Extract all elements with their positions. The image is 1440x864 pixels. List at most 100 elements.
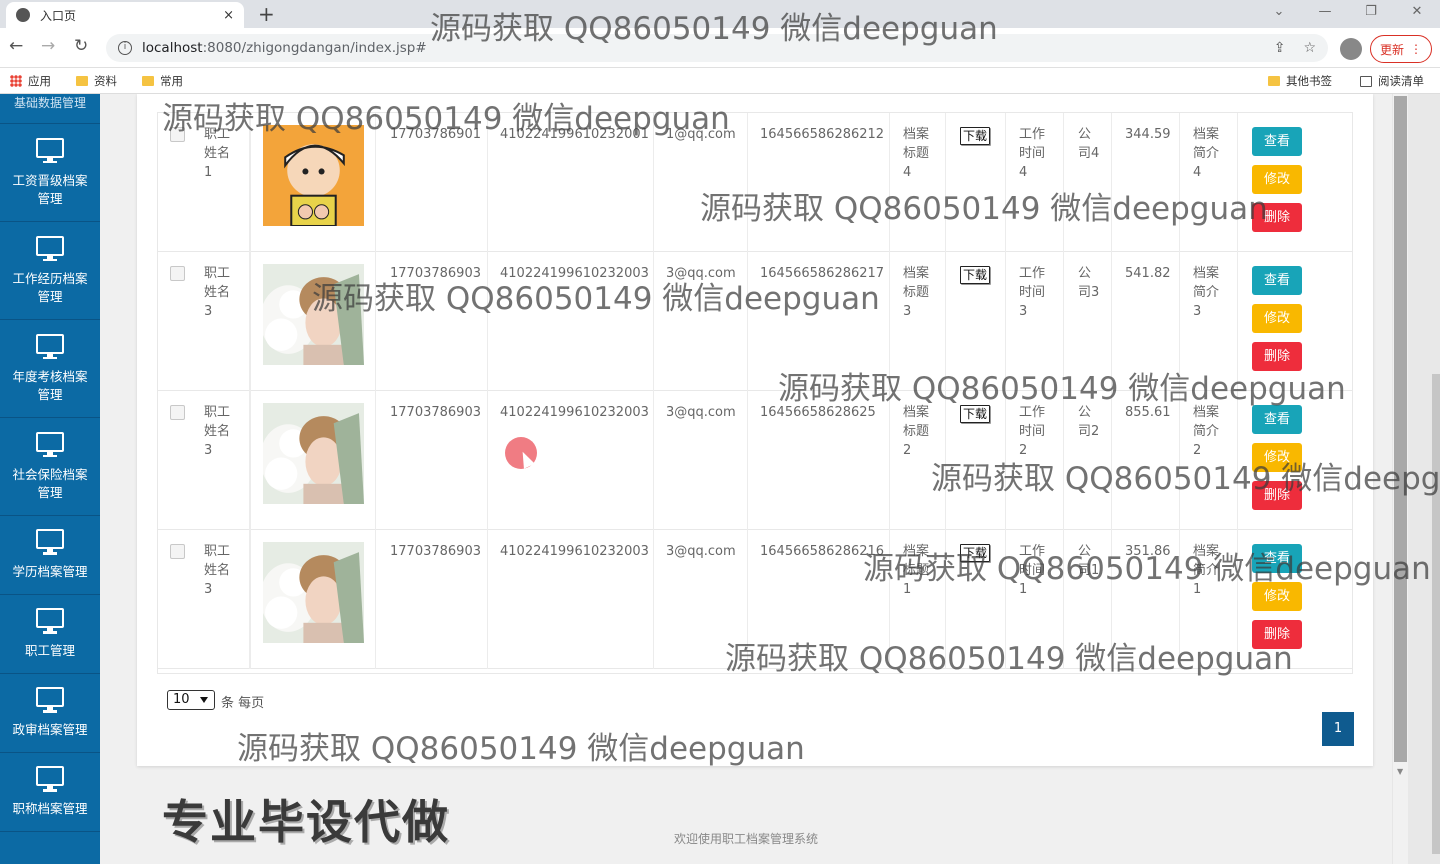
archive-title: 档案 标题 2 xyxy=(903,405,930,458)
sidebar-item-basic-data[interactable]: 基础数据管理 xyxy=(0,94,100,124)
menu-dots-icon[interactable]: ⋮ xyxy=(1410,42,1422,56)
email-cell: 3@qq.com xyxy=(654,252,748,391)
number-cell: 16456658628625 xyxy=(748,391,890,530)
reload-icon[interactable]: ↻ xyxy=(74,36,88,56)
intro-cell: 档案 简介 4 xyxy=(1180,113,1238,252)
archive-intro: 档案 简介 4 xyxy=(1193,127,1220,180)
bookmarks-bar: 应用 资料 常用 其他书签 阅读清单 xyxy=(0,68,1440,94)
download-button[interactable]: 下载 xyxy=(960,544,991,562)
sidebar-item[interactable]: 学历档案管理 xyxy=(0,516,100,595)
sidebar: 基础数据管理 工资晋级档案管理 工作经历档案管理 年度考核档案管理社会保险档案管理学… xyxy=(0,94,100,864)
page-size-select[interactable]: 10 xyxy=(167,690,215,710)
monitor-icon xyxy=(36,608,64,634)
delete-button[interactable]: 删除 xyxy=(1252,481,1302,510)
info-icon[interactable]: i xyxy=(118,41,132,55)
email: 3@qq.com xyxy=(666,405,736,420)
email-cell: 3@qq.com xyxy=(654,530,748,669)
archive-intro: 档案 简介 2 xyxy=(1193,405,1220,458)
id-card: 410224199610232003 xyxy=(500,405,649,420)
update-button[interactable]: 更新 ⋮ xyxy=(1370,35,1432,63)
row-checkbox[interactable] xyxy=(170,266,185,281)
archive-number: 16456658628625 xyxy=(760,405,876,420)
page-scrollbar[interactable]: ▼ xyxy=(1392,94,1408,864)
id-card: 410224199610232003 xyxy=(500,544,649,559)
employee-photo xyxy=(263,542,364,643)
monitor-icon xyxy=(36,333,64,360)
edit-button[interactable]: 修改 xyxy=(1252,165,1302,194)
browser-tab[interactable]: 入口页 × xyxy=(6,2,244,28)
sidebar-item[interactable]: 职称档案管理 xyxy=(0,753,100,832)
bookmark-other[interactable]: 其他书签 xyxy=(1268,73,1332,89)
bookmark-folder-ziliao[interactable]: 资料 xyxy=(76,73,117,89)
url-host: localhost xyxy=(142,40,203,56)
sidebar-item[interactable]: 社会保险档案管理 xyxy=(0,418,100,516)
idcard-cell: 410224199610232001 xyxy=(488,113,654,252)
archive-title: 档案 标题 4 xyxy=(903,127,930,180)
phone-cell: 17703786903 xyxy=(376,391,488,530)
view-button[interactable]: 查看 xyxy=(1252,127,1302,156)
folder-icon xyxy=(142,76,154,86)
company-cell: 公司1 xyxy=(1064,530,1112,669)
back-icon[interactable]: ← xyxy=(9,36,23,56)
table-row: 职工 姓名 3 17703786903 410224199610232003 3@qq.c… xyxy=(158,530,1352,669)
phone: 17703786903 xyxy=(390,544,481,559)
delete-button[interactable]: 删除 xyxy=(1252,203,1302,232)
tab-close-icon[interactable]: × xyxy=(223,8,234,23)
sidebar-item[interactable]: 工资晋级档案管理 xyxy=(0,124,100,222)
window-controls: ⌄ — ❐ ✕ xyxy=(1256,0,1440,28)
edit-button[interactable]: 修改 xyxy=(1252,443,1302,472)
download-button[interactable]: 下载 xyxy=(960,405,991,423)
download-button[interactable]: 下载 xyxy=(960,127,991,145)
globe-icon xyxy=(16,8,30,22)
view-button[interactable]: 查看 xyxy=(1252,266,1302,295)
delete-button[interactable]: 删除 xyxy=(1252,342,1302,371)
profile-avatar[interactable] xyxy=(1340,38,1362,60)
scroll-down-icon[interactable]: ▼ xyxy=(1397,767,1403,776)
bookmark-apps[interactable]: 应用 xyxy=(10,73,51,89)
new-tab-button[interactable]: + xyxy=(258,2,275,26)
title-cell: 档案 标题 1 xyxy=(890,530,946,669)
restore-button[interactable]: ❐ xyxy=(1348,0,1394,28)
row-checkbox[interactable] xyxy=(170,544,185,559)
sidebar-item[interactable]: 职工管理 xyxy=(0,595,100,674)
sidebar-item[interactable]: 年度考核档案管理 xyxy=(0,320,100,418)
share-icon[interactable]: ⇪ xyxy=(1274,40,1286,56)
download-button[interactable]: 下载 xyxy=(960,266,991,284)
company: 公司2 xyxy=(1078,405,1100,439)
apps-grid-icon xyxy=(10,75,22,87)
url-input[interactable]: i localhost:8080/zhigongdangan/index.jsp… xyxy=(106,34,1328,62)
scrollbar-thumb[interactable] xyxy=(1394,96,1407,762)
table-row: 职工 姓名 3 17703786903 410224199610232003 3@qq.c… xyxy=(158,252,1352,391)
sidebar-item[interactable]: 工作经历档案管理 xyxy=(0,222,100,320)
view-button[interactable]: 查看 xyxy=(1252,405,1302,434)
forward-icon[interactable]: → xyxy=(41,36,55,56)
view-button[interactable]: 查看 xyxy=(1252,544,1302,573)
close-window-button[interactable]: ✕ xyxy=(1394,0,1440,28)
sidebar-item-label: 政审档案管理 xyxy=(12,722,88,737)
intro-cell: 档案 简介 1 xyxy=(1180,530,1238,669)
outer-scrollbar-thumb[interactable] xyxy=(1432,374,1440,854)
sidebar-item-label: 社会保险档案管理 xyxy=(12,466,88,500)
employee-name: 职工 姓名 1 xyxy=(198,113,250,252)
edit-button[interactable]: 修改 xyxy=(1252,582,1302,611)
id-card: 410224199610232003 xyxy=(500,266,649,281)
row-checkbox[interactable] xyxy=(170,405,185,420)
sidebar-item[interactable]: 政审档案管理 xyxy=(0,674,100,753)
reading-list[interactable]: 阅读清单 xyxy=(1360,73,1424,89)
phone: 17703786901 xyxy=(390,127,481,142)
row-checkbox[interactable] xyxy=(170,127,185,142)
star-icon[interactable]: ☆ xyxy=(1303,40,1316,56)
title-cell: 档案 标题 2 xyxy=(890,391,946,530)
bookmark-folder-changyong[interactable]: 常用 xyxy=(142,73,183,89)
minimize-button[interactable]: — xyxy=(1302,0,1348,28)
delete-button[interactable]: 删除 xyxy=(1252,620,1302,649)
number-cell: 164566586286217 xyxy=(748,252,890,391)
page-button-1[interactable]: 1 xyxy=(1322,712,1354,746)
archive-number: 164566586286212 xyxy=(760,127,885,142)
edit-button[interactable]: 修改 xyxy=(1252,304,1302,333)
bookmark-label: 常用 xyxy=(160,74,183,88)
company-cell: 公司2 xyxy=(1064,391,1112,530)
phone: 17703786903 xyxy=(390,405,481,420)
tab-search-icon[interactable]: ⌄ xyxy=(1256,0,1302,28)
employee-photo xyxy=(263,125,364,226)
